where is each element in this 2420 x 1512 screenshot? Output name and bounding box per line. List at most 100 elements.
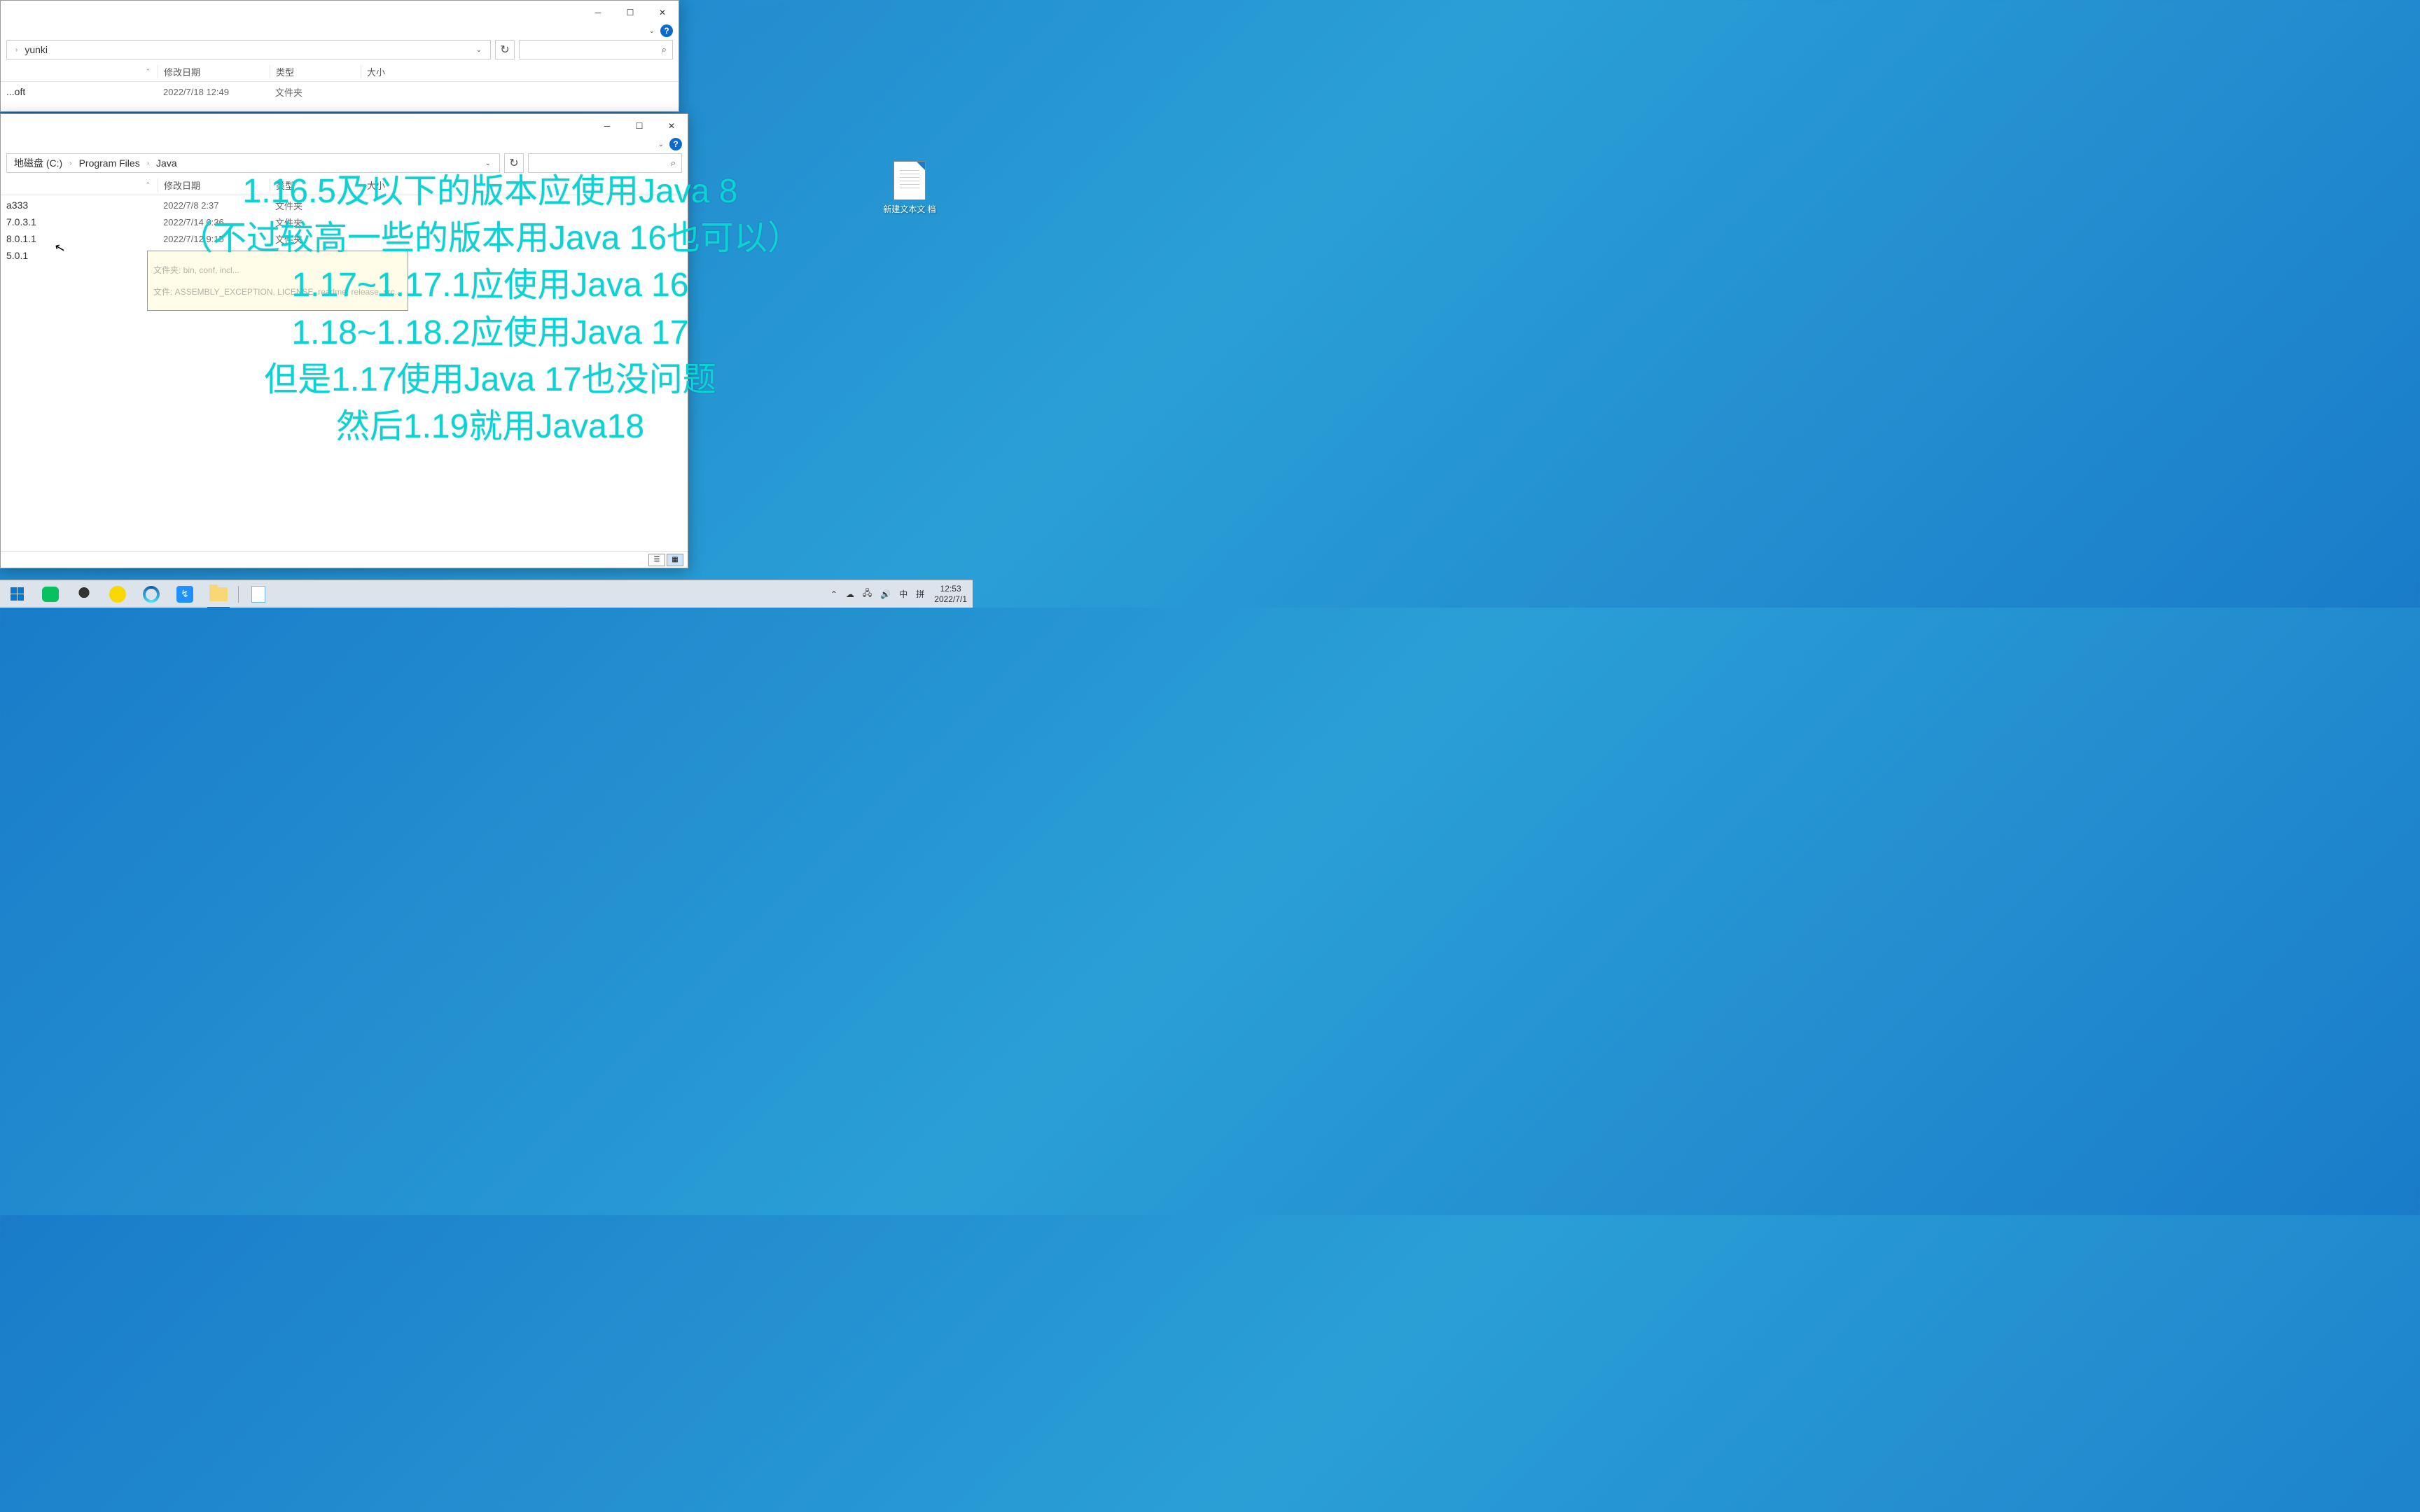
sort-indicator-icon: ⌃ bbox=[145, 181, 151, 189]
qq-icon bbox=[76, 586, 92, 603]
folder-icon bbox=[209, 587, 228, 601]
text-document-icon bbox=[893, 161, 926, 200]
file-date: 2022/7/8 2:37 bbox=[158, 200, 270, 211]
clock-time: 12:53 bbox=[934, 584, 967, 594]
breadcrumb-item-disk[interactable]: 地磁盘 (C:) bbox=[11, 155, 65, 172]
wechat-icon bbox=[42, 587, 59, 602]
maximize-button[interactable]: ☐ bbox=[614, 1, 646, 24]
search-icon: ⌕ bbox=[671, 158, 676, 169]
close-button[interactable]: ✕ bbox=[646, 1, 679, 24]
chevron-down-icon[interactable]: ⌄ bbox=[658, 141, 664, 148]
notepad-icon bbox=[251, 586, 265, 603]
taskbar-music[interactable] bbox=[101, 580, 134, 608]
list-item[interactable]: 8.0.1.1 2022/7/12 9:15 文件夹 bbox=[4, 230, 685, 247]
view-large-button[interactable]: ▦ bbox=[667, 554, 683, 566]
column-name[interactable]: ⌃ bbox=[4, 68, 158, 76]
tray-network-icon[interactable]: 🖧 bbox=[858, 580, 876, 608]
tray-overflow[interactable]: ⌃ bbox=[826, 580, 842, 608]
list-item[interactable]: ...oft 2022/7/18 12:49 文件夹 bbox=[4, 83, 676, 100]
sort-indicator-icon: ⌃ bbox=[145, 68, 151, 76]
titlebar[interactable]: ─ ☐ ✕ bbox=[1, 114, 688, 138]
taskbar-explorer[interactable] bbox=[202, 580, 235, 608]
search-input[interactable]: ⌕ bbox=[519, 40, 673, 59]
column-date[interactable]: 修改日期 bbox=[158, 178, 270, 192]
file-name: a333 bbox=[4, 200, 158, 211]
chevron-down-icon[interactable]: ⌄ bbox=[649, 27, 655, 35]
breadcrumb[interactable]: 地磁盘 (C:) › Program Files › Java ⌄ bbox=[6, 153, 500, 173]
file-date: 2022/7/14 0:36 bbox=[158, 217, 270, 227]
start-button[interactable] bbox=[0, 580, 34, 608]
file-type: 文件夹 bbox=[270, 85, 361, 99]
file-list: ...oft 2022/7/18 12:49 文件夹 bbox=[1, 82, 679, 102]
search-icon: ⌕ bbox=[662, 44, 667, 55]
folder-tooltip: 文件夹: bin, conf, incl... 文件: ASSEMBLY_EXC… bbox=[147, 251, 408, 311]
explorer-window-back: ─ ☐ ✕ ⌄ ? › yunki ⌄ ↻ ⌕ ⌃ 修改日期 类型 大小 ...… bbox=[0, 0, 679, 112]
list-item[interactable]: a333 2022/7/8 2:37 文件夹 bbox=[4, 197, 685, 214]
chevron-right-icon: › bbox=[15, 46, 18, 54]
tooltip-line: 文件夹: bin, conf, incl... bbox=[153, 264, 402, 276]
help-icon[interactable]: ? bbox=[660, 24, 673, 37]
column-type[interactable]: 类型 bbox=[270, 178, 361, 192]
minimize-button[interactable]: ─ bbox=[582, 1, 614, 24]
taskbar-thunder[interactable]: ↯ bbox=[168, 580, 202, 608]
address-row: 地磁盘 (C:) › Program Files › Java ⌄ ↻ ⌕ bbox=[1, 150, 688, 176]
file-name: ...oft bbox=[4, 86, 158, 97]
close-button[interactable]: ✕ bbox=[655, 114, 688, 138]
file-name: 7.0.3.1 bbox=[4, 216, 158, 227]
windows-logo-icon bbox=[11, 587, 24, 601]
desktop-icon-textdoc[interactable]: 新建文本文 档 bbox=[882, 161, 938, 216]
help-icon[interactable]: ? bbox=[669, 138, 682, 150]
edge-icon bbox=[143, 586, 160, 603]
address-row: › yunki ⌄ ↻ ⌕ bbox=[1, 37, 679, 62]
taskbar-notepad[interactable] bbox=[242, 580, 275, 608]
tray-ime-lang[interactable]: 中 bbox=[895, 580, 912, 608]
breadcrumb-item-java[interactable]: Java bbox=[153, 156, 180, 170]
taskbar-qq[interactable] bbox=[67, 580, 101, 608]
view-details-button[interactable]: ☰ bbox=[648, 554, 665, 566]
ribbon-collapse-row: ⌄ ? bbox=[1, 138, 688, 150]
file-type: 文件夹 bbox=[270, 232, 361, 246]
file-type: 文件夹 bbox=[270, 216, 361, 229]
taskbar-separator bbox=[238, 586, 239, 603]
breadcrumb-item-pf[interactable]: Program Files bbox=[76, 156, 143, 170]
column-type[interactable]: 类型 bbox=[270, 65, 361, 78]
chevron-right-icon: › bbox=[69, 160, 71, 167]
file-type: 文件夹 bbox=[270, 199, 361, 212]
ribbon-collapse-row: ⌄ ? bbox=[1, 24, 679, 37]
file-name: 8.0.1.1 bbox=[4, 233, 158, 244]
breadcrumb-dropdown[interactable]: ⌄ bbox=[481, 160, 495, 167]
tray-volume-icon[interactable]: 🔊 bbox=[876, 580, 895, 608]
minimize-button[interactable]: ─ bbox=[591, 114, 623, 138]
columns-header[interactable]: ⌃ 修改日期 类型 大小 bbox=[1, 62, 679, 82]
maximize-button[interactable]: ☐ bbox=[623, 114, 655, 138]
explorer-window-front: ─ ☐ ✕ ⌄ ? 地磁盘 (C:) › Program Files › Jav… bbox=[0, 113, 688, 568]
search-input[interactable]: ⌕ bbox=[528, 153, 682, 173]
thunder-icon: ↯ bbox=[176, 586, 193, 603]
column-date[interactable]: 修改日期 bbox=[158, 65, 270, 78]
columns-header[interactable]: ⌃ 修改日期 类型 大小 bbox=[1, 176, 688, 195]
breadcrumb-item[interactable]: yunki bbox=[22, 43, 50, 57]
taskbar-wechat[interactable] bbox=[34, 580, 67, 608]
system-tray: ⌃ ☁ 🖧 🔊 中 拼 12:53 2022/7/1 bbox=[826, 580, 973, 608]
statusbar: ☰ ▦ bbox=[1, 551, 688, 568]
taskbar[interactable]: ↯ ⌃ ☁ 🖧 🔊 中 拼 12:53 2022/7/1 bbox=[0, 580, 973, 608]
clock-date: 2022/7/1 bbox=[934, 594, 967, 604]
column-name[interactable]: ⌃ bbox=[4, 181, 158, 189]
chevron-right-icon: › bbox=[147, 160, 149, 167]
file-name: 5.0.1 bbox=[4, 250, 158, 261]
refresh-button[interactable]: ↻ bbox=[504, 153, 524, 173]
desktop-icon-label: 新建文本文 档 bbox=[883, 204, 936, 216]
tooltip-line: 文件: ASSEMBLY_EXCEPTION, LICENSE, readme,… bbox=[153, 286, 402, 298]
breadcrumb[interactable]: › yunki ⌄ bbox=[6, 40, 491, 59]
column-size[interactable]: 大小 bbox=[361, 178, 431, 192]
tray-onedrive-icon[interactable]: ☁ bbox=[842, 580, 858, 608]
column-size[interactable]: 大小 bbox=[361, 65, 431, 78]
breadcrumb-dropdown[interactable]: ⌄ bbox=[472, 46, 486, 54]
tray-ime-mode[interactable]: 拼 bbox=[912, 580, 929, 608]
taskbar-edge[interactable] bbox=[134, 580, 168, 608]
qqmusic-icon bbox=[109, 586, 126, 603]
refresh-button[interactable]: ↻ bbox=[495, 40, 515, 59]
tray-clock[interactable]: 12:53 2022/7/1 bbox=[929, 584, 973, 604]
list-item[interactable]: 7.0.3.1 2022/7/14 0:36 文件夹 bbox=[4, 214, 685, 230]
titlebar[interactable]: ─ ☐ ✕ bbox=[1, 1, 679, 24]
